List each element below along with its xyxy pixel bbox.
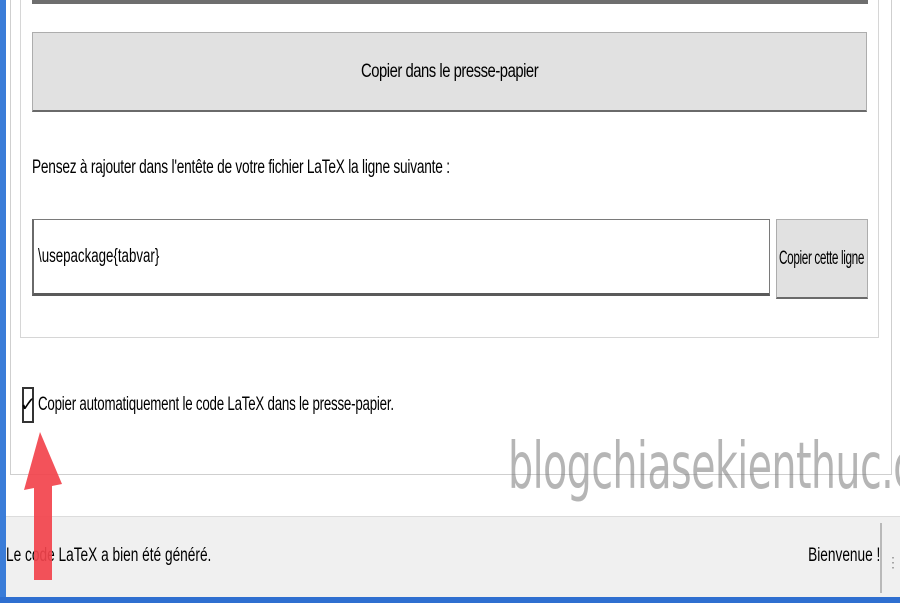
auto-copy-option[interactable]: ✓ Copier automatiquement le code LaTeX d… bbox=[19, 385, 546, 425]
checkmark-icon: ✓ bbox=[19, 394, 37, 416]
auto-copy-label[interactable]: Copier automatiquement le code LaTeX dan… bbox=[38, 394, 394, 416]
window-bottom-border bbox=[0, 597, 900, 603]
code-output-area-edge bbox=[32, 0, 868, 4]
package-line-value: \usepackage{tabvar} bbox=[38, 245, 160, 267]
resize-grip-icon[interactable]: ⋮ bbox=[886, 527, 900, 597]
status-welcome: Bienvenue ! bbox=[807, 545, 880, 566]
header-hint-text: Pensez à rajouter dans l'entête de votre… bbox=[32, 157, 450, 178]
red-arrow-annotation-icon bbox=[24, 432, 62, 580]
copy-line-label: Copier cette ligne bbox=[779, 247, 865, 269]
copy-to-clipboard-button[interactable]: Copier dans le presse-papier bbox=[32, 32, 867, 112]
status-bar: Le code LaTeX a bien été généré. Bienven… bbox=[6, 516, 900, 598]
copy-line-button[interactable]: Copier cette ligne bbox=[776, 219, 868, 299]
package-line-field[interactable]: \usepackage{tabvar} bbox=[32, 219, 770, 296]
window-left-border bbox=[0, 0, 6, 603]
copy-to-clipboard-label: Copier dans le presse-papier bbox=[360, 60, 539, 82]
auto-copy-checkbox[interactable]: ✓ bbox=[19, 387, 37, 423]
app-window: Copier dans le presse-papier Pensez à ra… bbox=[0, 0, 900, 603]
